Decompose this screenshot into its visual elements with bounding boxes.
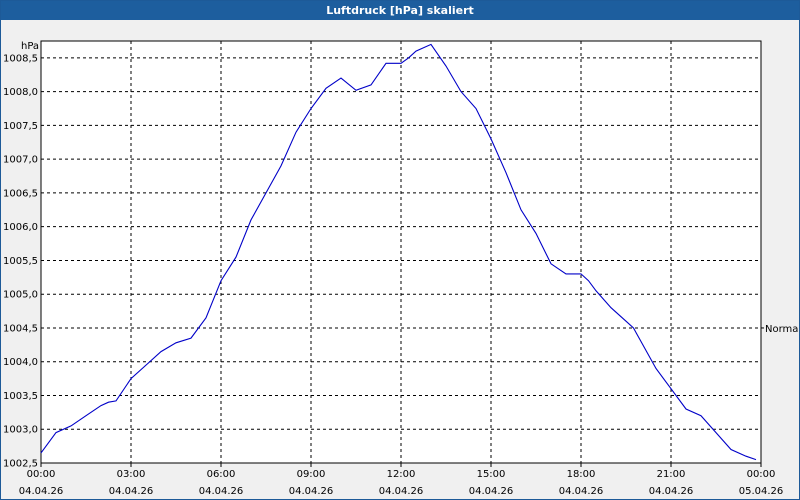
x-tick-date: 04.04.26	[199, 486, 244, 497]
y-tick-label: 1004,0	[3, 357, 38, 368]
chart-window: Luftdruck [hPa] skaliert 1002,5 1003,0 100…	[0, 0, 800, 500]
y-tick-label: 1007,0	[3, 155, 38, 166]
y-tick-label: 1004,5	[3, 323, 38, 334]
y-tick-label: 1002,5	[3, 459, 38, 470]
y-axis-label: hPa	[21, 41, 39, 52]
y-tick-label: 1006,0	[3, 222, 38, 233]
x-tick-date: 04.04.26	[559, 486, 604, 497]
y-tick-label: 1007,5	[3, 121, 38, 132]
x-tick-date: 04.04.26	[469, 486, 514, 497]
legend-label: Normal	[765, 324, 799, 335]
x-tick-time: 00:00	[747, 469, 776, 480]
window-title: Luftdruck [hPa] skaliert	[1, 1, 799, 20]
y-tick-label: 1003,0	[3, 425, 38, 436]
x-tick-time: 09:00	[297, 469, 326, 480]
x-tick-time: 12:00	[387, 469, 416, 480]
x-tick-time: 00:00	[27, 469, 56, 480]
y-tick-label: 1005,5	[3, 256, 38, 267]
y-tick-label: 1005,0	[3, 290, 38, 301]
x-tick-time: 03:00	[117, 469, 146, 480]
x-tick-date: 04.04.26	[379, 486, 424, 497]
y-tick-label: 1008,0	[3, 87, 38, 98]
x-tick-time: 06:00	[207, 469, 236, 480]
x-tick-date: 04.04.26	[649, 486, 694, 497]
x-tick-time: 18:00	[567, 469, 596, 480]
y-tick-label: 1003,5	[3, 391, 38, 402]
x-tick-date: 04.04.26	[289, 486, 334, 497]
x-tick-date: 05.04.26	[739, 486, 784, 497]
y-tick-label: 1006,5	[3, 188, 38, 199]
x-tick-date: 04.04.26	[19, 486, 64, 497]
y-tick-label: 1008,5	[3, 53, 38, 64]
x-tick-time: 15:00	[477, 469, 506, 480]
x-tick-date: 04.04.26	[109, 486, 154, 497]
pressure-chart: 1002,5 1003,0 1003,5 1004,0 1004,5 1005,0 1005…	[3, 40, 799, 497]
x-tick-time: 21:00	[657, 469, 686, 480]
